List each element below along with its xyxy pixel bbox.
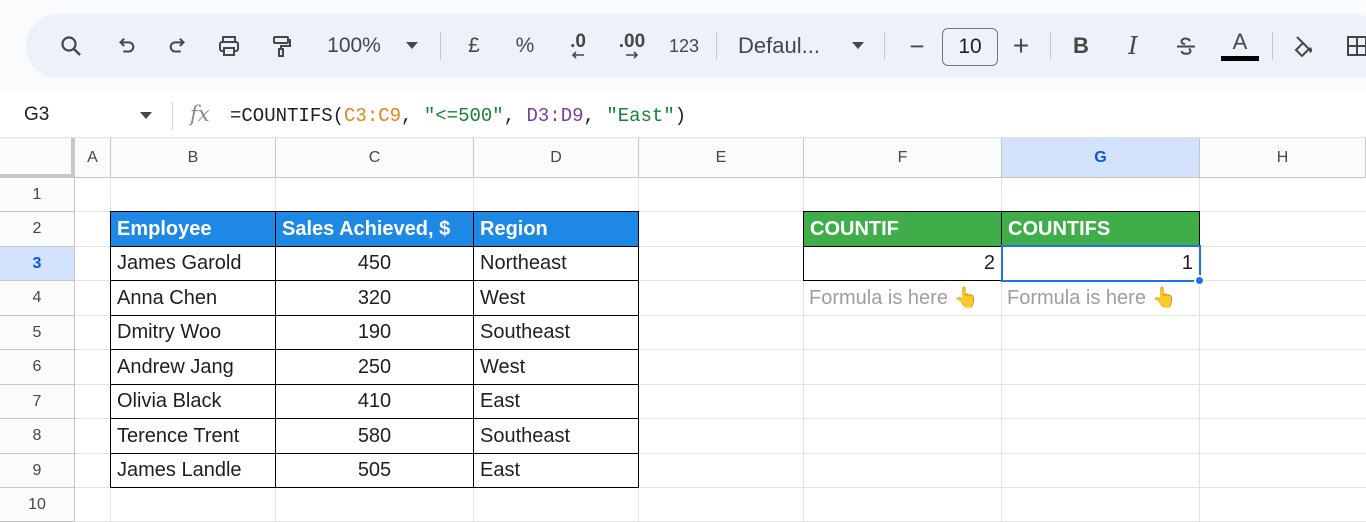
toolbar-divider [440,32,441,60]
table-cell[interactable]: 320 [275,280,474,316]
table-cell[interactable]: Northeast [473,246,639,281]
table-cell[interactable]: West [473,280,639,316]
toolbar: 100% £ % .0 .00 123 Defaul... − 10 + B I [26,14,1366,78]
table-header-sales[interactable]: Sales Achieved, $ [275,211,474,247]
text-color-swatch [1221,56,1259,61]
row-header-4[interactable]: 4 [0,281,75,316]
row-header-10[interactable]: 10 [0,488,75,522]
text-color-button[interactable]: A [1220,14,1260,78]
formula-range-1: C3:C9 [344,105,402,127]
table-cell[interactable]: Southeast [473,315,639,350]
row-header-9[interactable]: 9 [0,454,75,488]
countifs-hint[interactable]: Formula is here 👆 [1001,280,1200,315]
row-header-2[interactable]: 2 [0,212,75,247]
formula-range-2: D3:D9 [526,105,584,127]
table-cell[interactable]: Olivia Black [110,384,276,419]
countif-result-cell[interactable]: 2 [803,246,1002,281]
table-cell[interactable]: East [473,384,639,419]
column-header-f[interactable]: F [804,138,1002,178]
countif-header[interactable]: COUNTIF [803,211,1002,247]
paint-format-icon[interactable] [264,14,298,78]
table-cell[interactable]: 250 [275,349,474,385]
decrease-font-size-button[interactable]: − [902,14,932,78]
borders-icon[interactable] [1342,14,1366,78]
arrow-left-icon [571,51,584,59]
column-header-h[interactable]: H [1200,138,1366,178]
table-cell[interactable]: East [473,453,639,488]
undo-icon[interactable] [110,14,142,78]
toolbar-divider [716,32,717,60]
font-size-input[interactable]: 10 [942,28,998,66]
table-cell[interactable]: Andrew Jang [110,349,276,385]
row-header-1[interactable]: 1 [0,178,75,212]
formula-prefix: =COUNTIFS( [230,105,345,127]
formula-criterion-1: "<=500" [423,105,504,127]
formula-criterion-2: "East" [606,105,675,127]
row-header-7[interactable]: 7 [0,385,75,419]
column-header-e[interactable]: E [639,138,804,178]
toolbar-divider [1272,32,1273,60]
increase-decimal-button[interactable]: .00 [610,14,654,78]
table-cell[interactable]: Terence Trent [110,418,276,454]
formula-bar: G3 fx =COUNTIFS(C3:C9, "<=500", D3:D9, "… [0,92,1366,138]
chevron-down-icon[interactable] [400,14,424,78]
print-icon[interactable] [212,14,246,78]
formula-separator: , [503,105,527,127]
chevron-down-icon[interactable] [846,14,870,78]
toolbar-area: 100% £ % .0 .00 123 Defaul... − 10 + B I [0,0,1366,92]
font-select[interactable]: Defaul... [738,14,832,78]
increase-font-size-button[interactable]: + [1006,14,1036,78]
table-cell[interactable]: 190 [275,315,474,350]
row-header-6[interactable]: 6 [0,350,75,385]
column-header-d[interactable]: D [474,138,639,178]
table-header-region[interactable]: Region [473,211,639,247]
toolbar-divider [884,32,885,60]
table-cell[interactable]: Southeast [473,418,639,454]
fx-icon: fx [190,102,210,126]
zoom-select[interactable]: 100% [320,14,388,78]
formula-bar-divider [172,102,173,130]
table-cell[interactable]: West [473,349,639,385]
table-cell[interactable]: Anna Chen [110,280,276,316]
column-header-b[interactable]: B [111,138,276,178]
name-box[interactable]: G3 [24,104,49,126]
formula-input[interactable]: =COUNTIFS(C3:C9, "<=500", D3:D9, "East") [230,105,686,127]
chevron-down-icon[interactable] [140,112,152,119]
table-cell[interactable]: 580 [275,418,474,454]
column-header-g[interactable]: G [1002,138,1200,178]
italic-button[interactable]: I [1118,14,1148,78]
column-header-c[interactable]: C [276,138,474,178]
formula-separator: , [583,105,607,127]
column-header-a[interactable]: A [75,138,111,178]
row-header-3[interactable]: 3 [0,247,75,281]
more-formats-button[interactable]: 123 [664,14,704,78]
countifs-header[interactable]: COUNTIFS [1001,211,1200,247]
countif-hint[interactable]: Formula is here 👆 [803,280,1002,315]
table-cell[interactable]: 450 [275,246,474,281]
arrow-right-icon [626,51,639,59]
fill-handle[interactable] [1194,275,1205,286]
table-cell[interactable]: James Landle [110,453,276,488]
active-cell-selection[interactable] [1001,245,1201,282]
table-cell[interactable]: 410 [275,384,474,419]
table-cell[interactable]: 505 [275,453,474,488]
bold-button[interactable]: B [1066,14,1096,78]
fill-color-icon[interactable] [1284,14,1324,78]
redo-icon[interactable] [162,14,194,78]
toolbar-divider [1050,32,1051,60]
currency-button[interactable]: £ [460,14,488,78]
table-header-employee[interactable]: Employee [110,211,276,247]
strikethrough-icon[interactable] [1170,14,1202,78]
formula-separator: , [401,105,424,127]
table-cell[interactable]: Dmitry Woo [110,315,276,350]
spreadsheet-grid: A B C D E F G H 1 2 3 4 5 6 7 8 9 10 Emp… [0,138,1366,522]
select-all-corner[interactable] [0,138,75,178]
percent-button[interactable]: % [510,14,540,78]
table-cell[interactable]: James Garold [110,246,276,281]
row-header-5[interactable]: 5 [0,316,75,350]
search-icon[interactable] [54,14,88,78]
formula-suffix: ) [674,105,687,127]
decrease-decimal-button[interactable]: .0 [558,14,598,78]
row-header-8[interactable]: 8 [0,419,75,454]
